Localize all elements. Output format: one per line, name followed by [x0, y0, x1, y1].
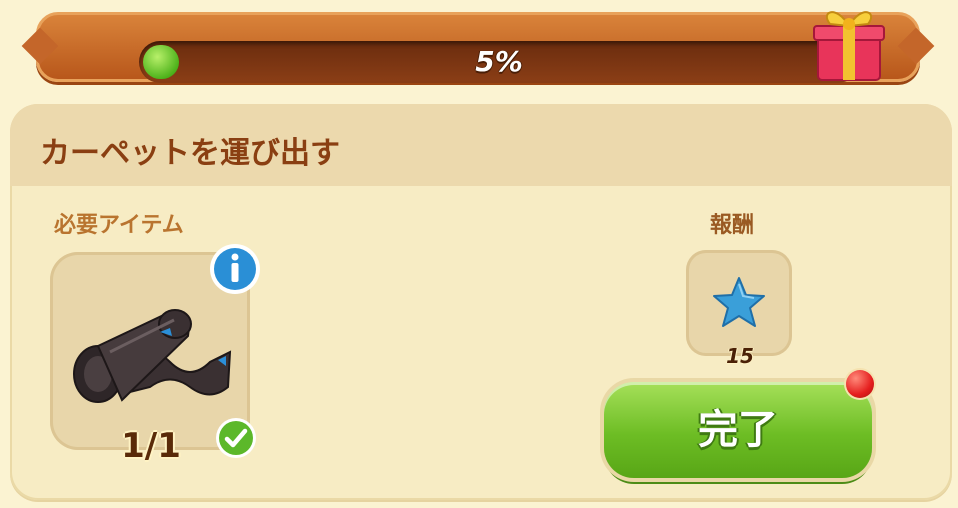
progress-bar-frame: 5%: [36, 12, 920, 83]
reward-slot[interactable]: [686, 250, 792, 356]
progress-percent: 5%: [475, 45, 523, 78]
complete-button-label: 完了: [698, 407, 778, 453]
check-icon: [216, 418, 256, 458]
item-count: 1/1: [121, 426, 181, 466]
carpet-roll-icon: [73, 309, 232, 403]
info-icon[interactable]: [208, 242, 262, 296]
required-items-label: 必要アイテム: [54, 213, 184, 238]
blue-star-icon: [713, 277, 765, 327]
quest-header: カーペットを運び出す: [10, 104, 952, 186]
complete-button[interactable]: 完了: [604, 382, 872, 478]
progress-track: 5%: [139, 41, 859, 83]
quest-panel: カーペットを運び出す 必要アイテム 報酬 1/1 15 完了: [10, 104, 952, 500]
reward-amount: 15: [726, 344, 754, 368]
reward-label: 報酬: [710, 213, 755, 238]
quest-title: カーペットを運び出す: [40, 136, 340, 171]
quest-screen: 5% カーペットを運び出す 必要アイテム 報酬 1/1 15 完了: [0, 0, 958, 508]
notification-badge: [846, 370, 874, 398]
gift-box-icon[interactable]: [806, 0, 892, 86]
